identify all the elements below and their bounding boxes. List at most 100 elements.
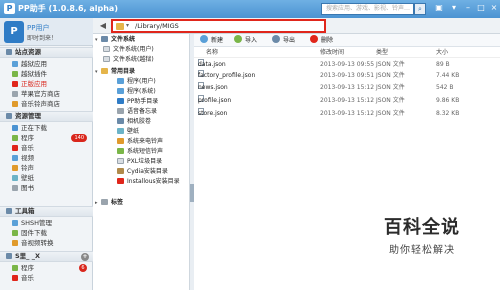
column-name[interactable]: 名称	[206, 47, 218, 58]
installous-icon	[117, 178, 124, 184]
watermark-main: 百科全说	[384, 217, 460, 238]
skin-icon[interactable]: ▣	[432, 2, 446, 14]
sidebar-item-music[interactable]: 音乐	[0, 143, 93, 153]
file-type: JSON 文件	[376, 84, 405, 91]
splitter-grip-icon[interactable]	[190, 184, 194, 202]
sidebar-section-site[interactable]: 站点资源	[0, 47, 93, 58]
app-logo-icon: P	[4, 3, 15, 14]
music-icon	[12, 275, 18, 281]
table-row[interactable]: data.json 2013-09-13 09:55 JSON 文件 89 B	[194, 59, 500, 70]
download-icon	[12, 125, 18, 131]
table-row[interactable]: factory_profile.json 2013-09-13 09:51 JS…	[194, 70, 500, 81]
new-button[interactable]: 新建	[200, 35, 223, 46]
column-modified[interactable]: 修改时间	[320, 47, 344, 58]
sidebar-item-ringtone-store[interactable]: 音乐铃声商店	[0, 99, 93, 109]
device-panel[interactable]: P PP用户 即时到来！	[0, 18, 93, 46]
site-icon	[6, 49, 12, 55]
trash-icon	[117, 158, 124, 164]
wallpaper-icon	[117, 128, 124, 134]
file-name: news.json	[198, 84, 228, 91]
drive-icon	[103, 46, 110, 52]
file-name: data.json	[198, 61, 226, 68]
minimize-icon[interactable]: –	[461, 2, 475, 14]
sidebar-item-apple-store[interactable]: 苹果官方商店	[0, 89, 93, 99]
file-date: 2013-09-13 15:12	[320, 110, 375, 117]
sidebar-item-programs[interactable]: 程序 140	[0, 133, 93, 143]
search-input[interactable]: 搜索应用、游戏、影视、铃声…	[321, 3, 414, 15]
tree-item-fs-user[interactable]: 文件系统(用户)	[103, 45, 154, 55]
tree-item-pp-dir[interactable]: PP助手目录	[117, 97, 158, 107]
sidebar-item-downloading[interactable]: 正在下载	[0, 123, 93, 133]
ringtone-icon	[12, 101, 18, 107]
sidebar: P PP用户 即时到来！ 站点资源 越狱应用 越狱插件 正版应用 苹果官方商店 …	[0, 18, 93, 290]
tree-item-voice-memos[interactable]: 语音备忘录	[117, 107, 157, 117]
maximize-icon[interactable]: □	[474, 2, 488, 14]
file-date: 2013-09-13 09:51	[320, 72, 375, 79]
sidebar-section-resources[interactable]: 资源管理	[0, 111, 93, 122]
sidebar-item-firmware[interactable]: 固件下载	[0, 228, 93, 238]
convert-icon	[12, 240, 18, 246]
delete-button[interactable]: 删除	[310, 35, 333, 46]
sidebar-item-device-music[interactable]: 音乐	[0, 273, 93, 283]
device-icon	[6, 253, 12, 259]
sidebar-item-video[interactable]: 视频	[0, 153, 93, 163]
table-row[interactable]: news.json 2013-09-13 15:12 JSON 文件 542 B	[194, 82, 500, 93]
import-button[interactable]: 导入	[234, 35, 257, 46]
file-name: factory_profile.json	[198, 72, 256, 79]
store-icon	[12, 91, 18, 97]
tree-group-tags[interactable]: ▸ 标签	[95, 198, 123, 208]
chevron-down-icon[interactable]: ▾	[126, 21, 129, 31]
sidebar-item-jailbreak-plugins[interactable]: 越狱插件	[0, 69, 93, 79]
sidebar-item-shsh[interactable]: SHSH管理	[0, 218, 93, 228]
book-icon	[12, 185, 18, 191]
search-icon[interactable]: ⌕	[414, 3, 426, 15]
file-type: JSON 文件	[376, 110, 405, 117]
tree-item-wallpaper[interactable]: 壁纸	[117, 127, 139, 137]
sidebar-item-device-programs[interactable]: 程序 6	[0, 263, 93, 273]
file-name: profile.json	[198, 97, 232, 104]
device-logo-icon: P	[4, 21, 24, 43]
tree-item-fs-jailbreak[interactable]: 文件系统(越狱)	[103, 55, 154, 65]
table-row[interactable]: store.json 2013-09-13 15:12 JSON 文件 8.32…	[194, 108, 500, 119]
tree-item-cydia[interactable]: Cydia安装目录	[117, 167, 168, 177]
file-type: JSON 文件	[376, 72, 405, 79]
sidebar-section-device[interactable]: S里_ _X +	[0, 251, 93, 262]
table-row[interactable]: profile.json 2013-09-13 15:12 JSON 文件 9.…	[194, 95, 500, 106]
shsh-icon	[12, 220, 18, 226]
computer-icon	[101, 36, 108, 42]
folder-icon	[116, 23, 124, 30]
tree-group-common[interactable]: ▾ 常用目录	[95, 67, 135, 77]
file-date: 2013-09-13 15:12	[320, 97, 375, 104]
tree-item-installous[interactable]: Installous安装目录	[117, 177, 180, 187]
path-bar[interactable]: ▾ /Library/MIGS	[111, 19, 326, 33]
sidebar-item-jailbreak-apps[interactable]: 越狱应用	[0, 59, 93, 69]
tree-group-filesystem[interactable]: ▾ 文件系统	[95, 35, 135, 45]
column-type[interactable]: 类型	[376, 47, 388, 58]
sidebar-item-wallpapers[interactable]: 壁纸	[0, 173, 93, 183]
file-size: 9.86 KB	[436, 97, 460, 104]
tree-item-camera-roll[interactable]: 相机胶卷	[117, 117, 151, 127]
device-programs-badge: 6	[79, 264, 87, 272]
sidebar-section-toolbox[interactable]: 工具箱	[0, 206, 93, 217]
menu-icon[interactable]: ▾	[447, 2, 461, 14]
title-bar: P PP助手 (1.0.8.6, alpha) 搜索应用、游戏、影视、铃声… ⌕…	[0, 0, 500, 18]
tree-item-system-ringtones[interactable]: 系统来电铃声	[117, 137, 163, 147]
sidebar-item-genuine-apps[interactable]: 正版应用	[0, 79, 93, 89]
device-subtitle: 即时到来！	[27, 35, 58, 42]
column-size[interactable]: 大小	[436, 47, 448, 58]
sidebar-item-converter[interactable]: 音视频转换	[0, 238, 93, 248]
sidebar-item-books[interactable]: 图书	[0, 183, 93, 193]
tree-item-sms-tones[interactable]: 系统短信铃声	[117, 147, 163, 157]
file-type: JSON 文件	[376, 97, 405, 104]
tree-item-apps-system[interactable]: 程序(系统)	[117, 87, 156, 97]
back-icon[interactable]: ◀	[97, 20, 109, 32]
export-button[interactable]: 导出	[272, 35, 295, 46]
add-icon[interactable]: +	[81, 253, 89, 261]
tree-item-pxl-trash[interactable]: PXL垃圾目录	[117, 157, 162, 167]
sidebar-item-ringtones[interactable]: 铃声	[0, 163, 93, 173]
close-icon[interactable]: ×	[487, 2, 500, 14]
file-toolbar: 新建 导入 导出 删除	[194, 34, 500, 47]
import-icon	[234, 35, 242, 43]
navigation-bar: ◀ ▾ /Library/MIGS	[93, 18, 500, 34]
tree-item-apps-user[interactable]: 程序(用户)	[117, 77, 156, 87]
